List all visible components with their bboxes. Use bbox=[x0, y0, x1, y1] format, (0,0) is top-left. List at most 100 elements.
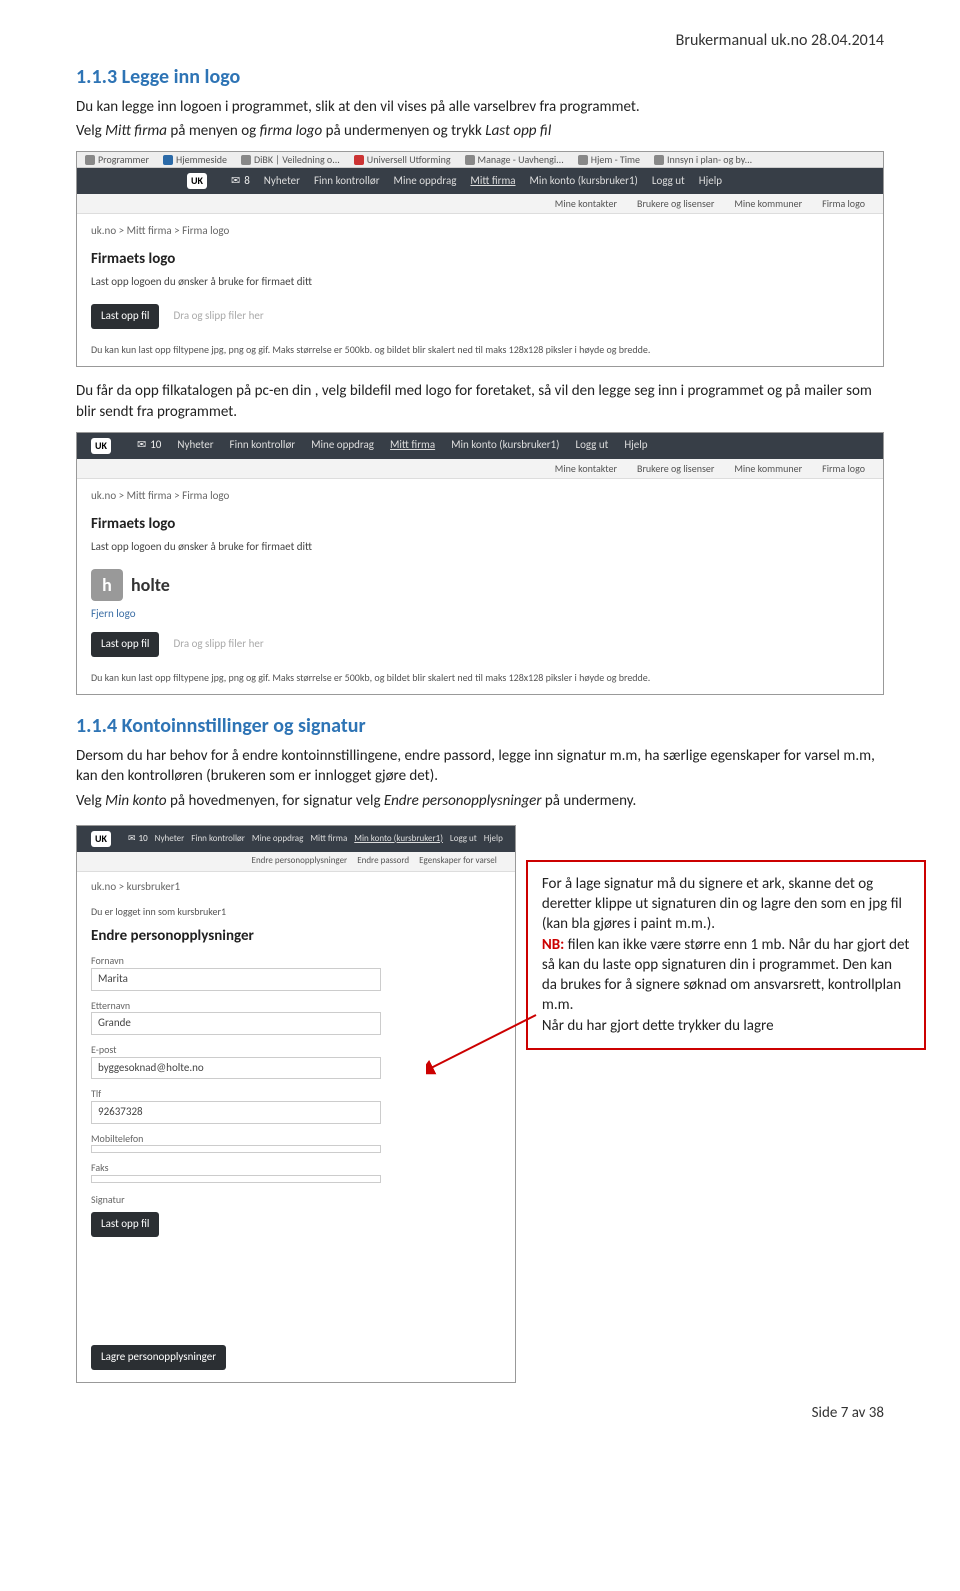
nav-logg-ut[interactable]: Logg ut bbox=[575, 438, 608, 453]
logged-in-as: Du er logget inn som kursbruker1 bbox=[91, 905, 501, 919]
nav-min-konto[interactable]: Min konto (kursbruker1) bbox=[451, 438, 559, 453]
upload-signature-button[interactable]: Last opp fil bbox=[91, 1212, 159, 1237]
intro-text-1: Du kan legge inn logoen i programmet, sl… bbox=[76, 97, 884, 117]
section2-p1: Dersom du har behov for å endre kontoinn… bbox=[76, 746, 884, 787]
nav-mine-oppdrag[interactable]: Mine oppdrag bbox=[252, 833, 303, 845]
nav-min-konto[interactable]: Min konto (kursbruker1) bbox=[354, 833, 443, 845]
screenshot1-subtitle: Last opp logoen du ønsker å bruke for fi… bbox=[91, 275, 869, 290]
subnav-firma-logo[interactable]: Firma logo bbox=[822, 462, 865, 476]
subnav-endre-passord[interactable]: Endre passord bbox=[357, 855, 409, 867]
sub-nav-3: Endre personopplysninger Endre passord E… bbox=[77, 852, 515, 872]
screenshot2-title: Firmaets logo bbox=[91, 514, 869, 534]
fragment: på menyen og bbox=[167, 122, 260, 140]
mail-icon[interactable]: ✉ 10 bbox=[137, 438, 161, 453]
breadcrumb-3: uk.no > kursbruker1 bbox=[91, 880, 501, 895]
label-mobil: Mobiltelefon bbox=[91, 1132, 501, 1146]
label-signatur: Signatur bbox=[91, 1193, 501, 1207]
nav-min-konto[interactable]: Min konto (kursbruker1) bbox=[530, 174, 638, 189]
nav-finn-kontrollor[interactable]: Finn kontrollør bbox=[191, 833, 245, 845]
input-fornavn[interactable]: Marita bbox=[91, 968, 381, 991]
nav-mine-oppdrag[interactable]: Mine oppdrag bbox=[394, 174, 457, 189]
app-topbar-2: UK ✉ 10 Nyheter Finn kontrollør Mine opp… bbox=[77, 433, 883, 459]
bookmark-manage[interactable]: Manage - Uavhengi... bbox=[465, 153, 564, 167]
callout-line1: For å lage signatur må du signere et ark… bbox=[542, 875, 902, 934]
section2-p2: Velg Min konto på hovedmenyen, for signa… bbox=[76, 791, 884, 811]
label-tlf: Tlf bbox=[91, 1087, 501, 1101]
app-topbar-3: UK ✉10 Nyheter Finn kontrollør Mine oppd… bbox=[77, 826, 515, 852]
input-mobil[interactable] bbox=[91, 1145, 381, 1153]
nav-nyheter[interactable]: Nyheter bbox=[155, 833, 185, 845]
page-footer: Side 7 av 38 bbox=[76, 1403, 884, 1423]
input-epost[interactable]: byggesoknad@holte.no bbox=[91, 1057, 381, 1080]
callout-line2: filen kan ikke være større enn 1 mb. Når… bbox=[542, 936, 910, 1015]
subnav-brukere[interactable]: Brukere og lisenser bbox=[637, 462, 714, 476]
nav-finn-kontrollor[interactable]: Finn kontrollør bbox=[314, 174, 380, 189]
upload-button-2[interactable]: Last opp fil bbox=[91, 632, 159, 657]
mail-icon[interactable]: ✉10 bbox=[128, 833, 148, 845]
emph-firma-logo: firma logo bbox=[260, 122, 323, 140]
nav-mitt-firma[interactable]: Mitt firma bbox=[470, 174, 515, 189]
mail-icon[interactable]: ✉ 8 bbox=[231, 174, 250, 189]
screenshot-2: UK ✉ 10 Nyheter Finn kontrollør Mine opp… bbox=[76, 432, 884, 695]
brand-logo: UK bbox=[187, 173, 207, 189]
subnav-mine-kontakter[interactable]: Mine kontakter bbox=[555, 462, 617, 476]
subnav-egenskaper[interactable]: Egenskaper for varsel bbox=[419, 855, 497, 867]
nav-nyheter[interactable]: Nyheter bbox=[264, 174, 300, 189]
nav-hjelp[interactable]: Hjelp bbox=[699, 174, 722, 189]
subnav-kommuner[interactable]: Mine kommuner bbox=[734, 197, 802, 211]
nav-logg-ut[interactable]: Logg ut bbox=[652, 174, 685, 189]
screenshot1-title: Firmaets logo bbox=[91, 249, 869, 269]
fragment: Velg bbox=[76, 792, 105, 810]
nav-logg-ut[interactable]: Logg ut bbox=[450, 833, 477, 845]
subnav-firma-logo[interactable]: Firma logo bbox=[822, 197, 865, 211]
upload-row-2: Last opp fil Dra og slipp filer her bbox=[91, 632, 869, 657]
fragment: på hovedmenyen, for signatur velg bbox=[167, 792, 384, 810]
section-1-1-4-heading: 1.1.4 Kontoinnstillinger og signatur bbox=[76, 713, 884, 740]
brand-logo: UK bbox=[91, 438, 111, 454]
nav-mitt-firma[interactable]: Mitt firma bbox=[310, 833, 347, 845]
sub-nav-2: Mine kontakter Brukere og lisenser Mine … bbox=[77, 459, 883, 479]
app-topbar-1: UK ✉ 8 Nyheter Finn kontrollør Mine oppd… bbox=[77, 168, 883, 194]
subnav-mine-kontakter[interactable]: Mine kontakter bbox=[555, 197, 617, 211]
upload-hint-1: Dra og slipp filer her bbox=[173, 309, 263, 324]
bookmark-programmer[interactable]: Programmer bbox=[85, 153, 149, 167]
holte-logo-text: holte bbox=[131, 573, 170, 597]
save-button[interactable]: Lagre personopplysninger bbox=[91, 1345, 226, 1370]
screenshot-1: Programmer Hjemmeside DiBK | Veiledning … bbox=[76, 151, 884, 367]
upload-button-1[interactable]: Last opp fil bbox=[91, 304, 159, 329]
label-epost: E-post bbox=[91, 1043, 501, 1057]
fragment: Velg bbox=[76, 122, 105, 140]
fragment: på undermenyen og trykk bbox=[322, 122, 485, 140]
input-tlf[interactable]: 92637328 bbox=[91, 1101, 381, 1124]
after-shot1-text: Du får da opp filkatalogen på pc-en din … bbox=[76, 381, 884, 422]
nav-hjelp[interactable]: Hjelp bbox=[484, 833, 503, 845]
remove-logo-link[interactable]: Fjern logo bbox=[91, 607, 136, 622]
emph-last-opp: Last opp fil bbox=[485, 122, 551, 140]
nav-mitt-firma[interactable]: Mitt firma bbox=[390, 438, 435, 453]
label-etternavn: Etternavn bbox=[91, 999, 501, 1013]
subnav-brukere[interactable]: Brukere og lisenser bbox=[637, 197, 714, 211]
nav-hjelp[interactable]: Hjelp bbox=[624, 438, 647, 453]
screenshot2-subtitle: Last opp logoen du ønsker å bruke for fi… bbox=[91, 540, 869, 555]
nav-finn-kontrollor[interactable]: Finn kontrollør bbox=[230, 438, 296, 453]
bookmark-universell[interactable]: Universell Utforming bbox=[354, 153, 451, 167]
nav-mine-oppdrag[interactable]: Mine oppdrag bbox=[311, 438, 374, 453]
bookmark-hjemmeside[interactable]: Hjemmeside bbox=[163, 153, 227, 167]
firm-logo-preview: h holte bbox=[91, 569, 869, 601]
subnav-endre-person[interactable]: Endre personopplysninger bbox=[252, 855, 348, 867]
input-etternavn[interactable]: Grande bbox=[91, 1012, 381, 1035]
holte-logo-icon: h bbox=[91, 569, 123, 601]
bookmark-dibk[interactable]: DiBK | Veiledning o... bbox=[241, 153, 340, 167]
subnav-kommuner[interactable]: Mine kommuner bbox=[734, 462, 802, 476]
screenshot-3: UK ✉10 Nyheter Finn kontrollør Mine oppd… bbox=[76, 825, 516, 1383]
bookmark-hjem-time[interactable]: Hjem - Time bbox=[578, 153, 640, 167]
upload-hint-2: Dra og slipp filer her bbox=[173, 637, 263, 652]
emph-endre-pers: Endre personopplysninger bbox=[384, 792, 542, 810]
sub-nav-1: Mine kontakter Brukere og lisenser Mine … bbox=[77, 194, 883, 214]
emph-mitt-firma: Mitt firma bbox=[105, 122, 167, 140]
brand-logo: UK bbox=[91, 831, 111, 847]
input-faks[interactable] bbox=[91, 1175, 381, 1183]
nav-nyheter[interactable]: Nyheter bbox=[177, 438, 213, 453]
bookmark-innsyn[interactable]: Innsyn i plan- og by... bbox=[654, 153, 752, 167]
callout-line3: Når du har gjort dette trykker du lagre bbox=[542, 1017, 774, 1035]
